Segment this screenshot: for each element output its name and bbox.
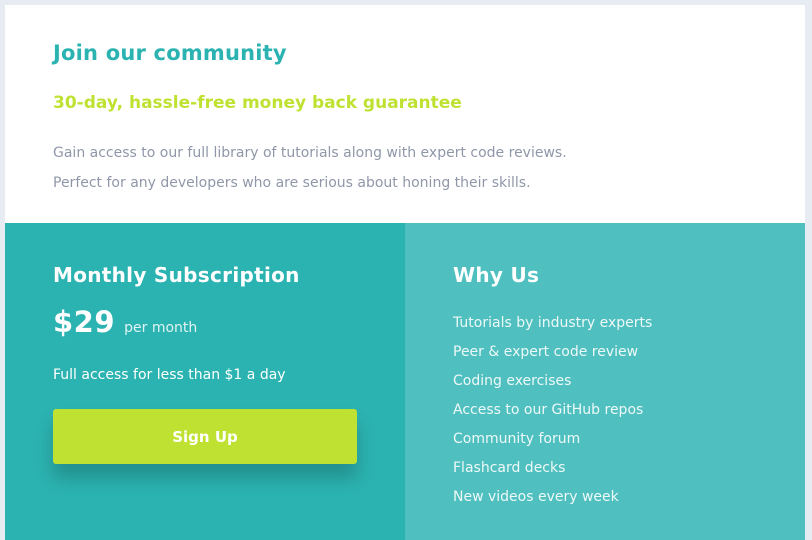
- price-row: $29 per month: [53, 305, 197, 339]
- sign-up-button[interactable]: Sign Up: [53, 409, 357, 464]
- price-period: per month: [124, 320, 198, 336]
- description-line: Gain access to our full library of tutor…: [53, 145, 567, 161]
- list-item: Community forum: [453, 431, 581, 447]
- subscription-title: Monthly Subscription: [53, 263, 300, 287]
- intro-section: Join our community 30-day, hassle-free m…: [5, 5, 805, 223]
- price-amount: $29: [53, 305, 116, 339]
- pricing-card: Join our community 30-day, hassle-free m…: [5, 5, 805, 540]
- list-item: Tutorials by industry experts: [453, 315, 653, 331]
- list-item: Flashcard decks: [453, 460, 566, 476]
- subscription-panel: Monthly Subscription $29 per month Full …: [5, 223, 405, 540]
- description-line: Perfect for any developers who are serio…: [53, 175, 531, 191]
- why-us-title: Why Us: [453, 263, 540, 287]
- page-title: Join our community: [53, 41, 287, 65]
- list-item: New videos every week: [453, 489, 619, 505]
- why-us-list: Tutorials by industry experts Peer & exp…: [453, 309, 652, 512]
- subscription-note: Full access for less than $1 a day: [53, 367, 286, 383]
- guarantee-subtitle: 30-day, hassle-free money back guarantee: [53, 93, 462, 113]
- list-item: Coding exercises: [453, 373, 572, 389]
- list-item: Access to our GitHub repos: [453, 402, 644, 418]
- why-us-panel: Why Us Tutorials by industry experts Pee…: [405, 223, 805, 540]
- intro-description: Gain access to our full library of tutor…: [53, 138, 567, 198]
- list-item: Peer & expert code review: [453, 344, 639, 360]
